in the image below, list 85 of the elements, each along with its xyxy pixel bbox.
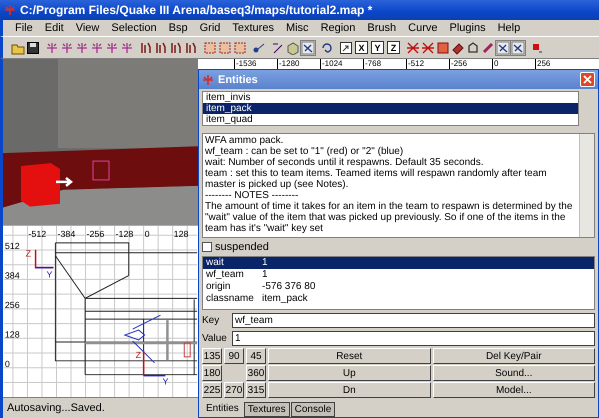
axis-gizmo: Z Y	[26, 248, 54, 280]
grid-coordinate-label: 0	[4, 358, 10, 368]
action-button[interactable]: Model...	[432, 382, 595, 398]
select-icon[interactable]	[203, 40, 217, 54]
select-icon[interactable]	[233, 40, 247, 54]
tab[interactable]: Textures	[244, 402, 290, 417]
menu-item[interactable]: View	[70, 22, 106, 34]
cross-icon[interactable]	[421, 40, 435, 54]
close-icon	[583, 75, 592, 84]
angle-button[interactable]: 45	[246, 348, 266, 364]
property-row[interactable]: classname item_pack	[203, 293, 594, 305]
scrollbar[interactable]	[579, 134, 594, 237]
property-row[interactable]: origin -576 376 80	[203, 281, 594, 293]
menu-item[interactable]: Textures	[226, 22, 280, 34]
menu-item[interactable]: Curve	[402, 22, 444, 34]
rotate-icon[interactable]	[320, 40, 334, 54]
entity-class-item[interactable]: item_pack	[203, 103, 578, 114]
arrow-box-icon[interactable]	[339, 40, 353, 54]
menu-item[interactable]: Brush	[361, 22, 402, 34]
camera-icon	[124, 314, 161, 363]
menu-item[interactable]: Help	[492, 22, 526, 34]
grid-coordinate-label: 128	[4, 328, 20, 339]
grid-coordinate-label: 256	[4, 299, 20, 310]
tab[interactable]: Console	[290, 402, 336, 417]
node-icon[interactable]	[252, 40, 266, 54]
angle-button[interactable]: 90	[224, 348, 244, 364]
angle-button[interactable]: 180	[202, 365, 222, 381]
value-input-field[interactable]: 1	[232, 330, 595, 346]
description-text: wait: Number of seconds until it respawns. Default 35 seconds.	[205, 157, 484, 168]
status-text: Autosaving...Saved.	[7, 402, 105, 414]
checkbox-label: suspended	[215, 241, 269, 253]
menu-item[interactable]: Region	[314, 22, 362, 34]
grid-coordinate-label: -128	[116, 228, 134, 238]
grid-coordinate-label: 128	[174, 228, 189, 238]
axis-button[interactable]: Y	[371, 41, 384, 54]
action-button[interactable]: Reset	[268, 348, 430, 364]
angle-button[interactable]: 225	[202, 382, 222, 398]
angle-button[interactable]: 270	[224, 382, 244, 398]
menu-item[interactable]: Misc	[280, 22, 315, 34]
property-row[interactable]: wait 1	[203, 257, 594, 269]
property-row[interactable]: wf_team 1	[203, 269, 594, 281]
menu-item[interactable]: Edit	[38, 22, 70, 34]
description-text: The amount of time it takes for an item in the team to respawn is determined by the "wait" value of the item that was picked up previously. So if one of the items in the team has it's "wait" key set	[205, 201, 574, 234]
key-input-field[interactable]: wf_team	[232, 312, 595, 328]
description-text: team : set this to team items. Teamed items will respawn randomly after team master is picked up (see Notes).	[205, 168, 548, 190]
entity-class-item[interactable]: item_invis	[203, 92, 578, 103]
description-text: -------- NOTES --------	[205, 190, 300, 201]
cross-icon[interactable]	[406, 40, 420, 54]
grid-coordinate-label: 0	[144, 228, 150, 238]
angle-button[interactable]: 360	[246, 365, 266, 381]
app-logo-icon	[202, 74, 214, 86]
close-button[interactable]	[580, 72, 595, 87]
grid-coordinate-label: -384	[57, 228, 76, 238]
angle-button[interactable]: 135	[202, 348, 222, 364]
axis-button[interactable]: X	[355, 41, 368, 54]
grid-coordinate-label: -256	[86, 228, 104, 238]
action-button[interactable]: Up	[268, 365, 430, 381]
2d-grid-viewport[interactable]: -512 -384 -256 -128 0 128 512 384 256 128 0 Z Y Z Y	[3, 226, 198, 397]
action-button[interactable]: Dn	[268, 382, 430, 398]
menu-item[interactable]: Grid	[194, 22, 226, 34]
select-icon[interactable]	[218, 40, 232, 54]
action-button[interactable]: Del Key/Pair	[432, 348, 595, 364]
description-text: wf_team : can be set to "1" (red) or "2" (blue)	[205, 146, 404, 157]
menu-item[interactable]: Selection	[105, 22, 163, 34]
angle-button[interactable]: 315	[246, 382, 266, 398]
square-icon[interactable]	[436, 40, 450, 54]
grid-coordinate-label: 384	[4, 270, 20, 280]
window-title: Entities	[218, 74, 258, 86]
menu-item[interactable]: Plugins	[444, 22, 492, 34]
grid-coordinate-label: -512	[28, 228, 46, 238]
field-label: Key	[202, 314, 220, 326]
menu-item[interactable]: Bsp	[162, 22, 194, 34]
3d-camera-viewport[interactable]	[3, 59, 198, 226]
shape-icon[interactable]	[466, 40, 480, 54]
window-title: C:/Program Files/Quake III Arena/baseq3/maps/tutorial2.map *	[20, 3, 372, 17]
app-logo-icon	[4, 4, 16, 16]
menu-item[interactable]: File	[9, 22, 39, 34]
axis-button[interactable]: Z	[387, 41, 400, 54]
field-label: Value	[202, 332, 228, 344]
entity-class-item[interactable]: item_quad	[203, 114, 578, 125]
action-button[interactable]: Sound...	[432, 365, 595, 381]
checkbox[interactable]	[202, 242, 212, 252]
description-text: WFA ammo pack.	[205, 135, 284, 146]
grid-coordinate-label: 512	[4, 240, 20, 250]
entity-marker	[184, 342, 191, 357]
